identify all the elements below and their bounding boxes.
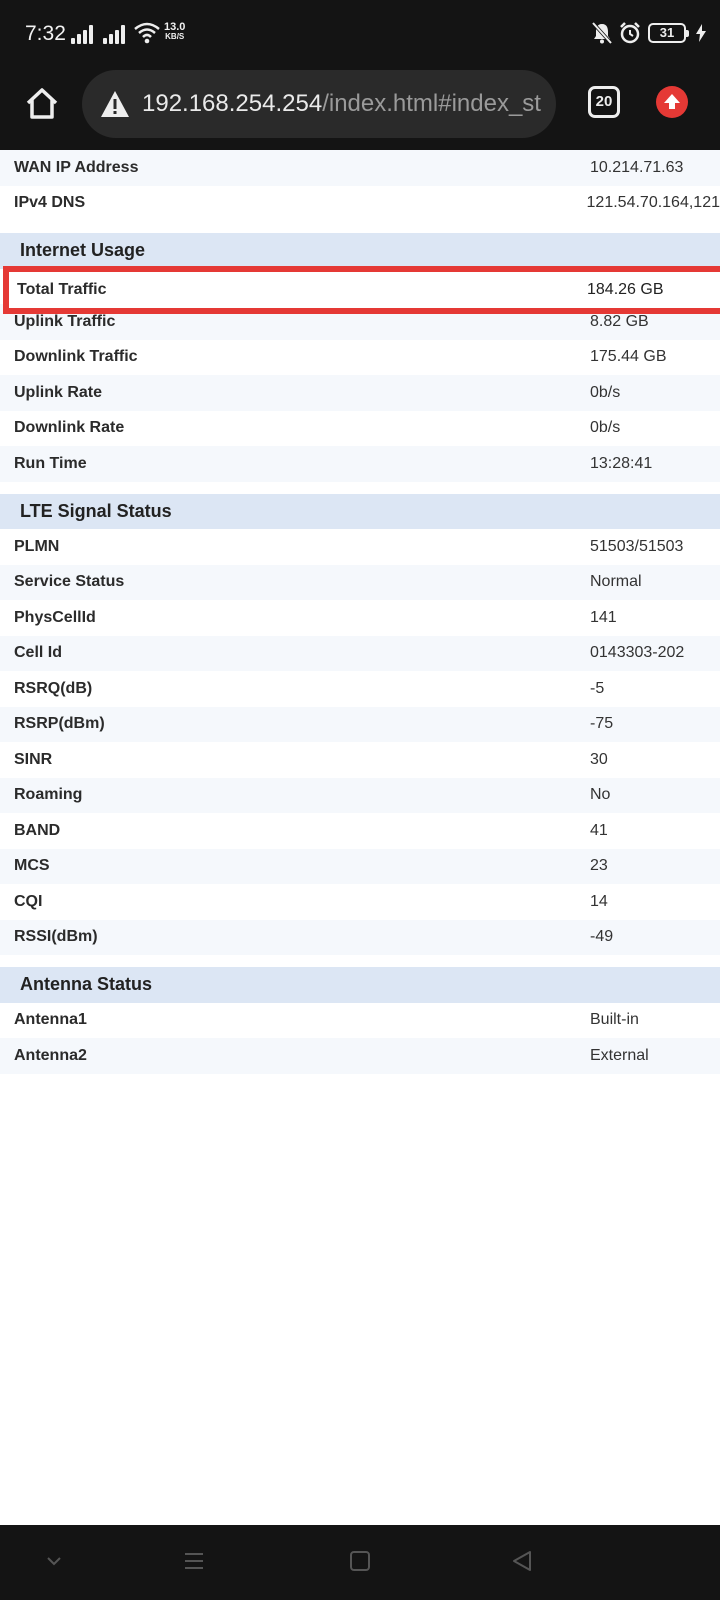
table-row: RSRP(dBm) -75 — [0, 706, 720, 742]
signal-sim2-icon — [103, 24, 127, 44]
row-value: Normal — [590, 573, 642, 591]
row-value: 0b/s — [590, 419, 621, 437]
row-value: External — [590, 1046, 649, 1064]
row-value: 51503/51503 — [590, 537, 684, 555]
status-time: 7:32 — [25, 22, 66, 45]
update-button[interactable] — [656, 86, 688, 118]
arrow-up-icon — [664, 94, 680, 109]
table-row: Service Status Normal — [0, 564, 720, 600]
network-speed-value: 13.0 — [164, 21, 186, 33]
table-row: PLMN 51503/51503 — [0, 529, 720, 565]
table-row: Downlink Traffic 175.44 GB — [0, 339, 720, 375]
table-row: RSSI(dBm) -49 — [0, 919, 720, 955]
row-value: 8.82 GB — [590, 312, 649, 330]
table-row: PhysCellId 141 — [0, 600, 720, 636]
alarm-icon — [620, 22, 640, 44]
row-label: RSSI(dBm) — [14, 928, 98, 946]
not-secure-warning-icon[interactable] — [100, 90, 130, 118]
section-title: Antenna Status — [0, 967, 720, 1003]
table-row: Antenna1 Built-in — [0, 1002, 720, 1038]
row-value: 121.54.70.164,121 — [586, 194, 720, 212]
url-text[interactable]: 192.168.254.254/index.html#index_st — [142, 90, 541, 118]
row-label: Cell Id — [14, 644, 63, 662]
browser-toolbar: 192.168.254.254/index.html#index_st 20 — [0, 66, 720, 150]
row-value: No — [590, 786, 611, 804]
wan-info-table: WAN IP Address 10.214.71.63 IPv4 DNS 121… — [0, 150, 720, 221]
back-icon[interactable] — [510, 1549, 534, 1573]
url-path: /index.html#index_st — [322, 90, 541, 117]
section-title: LTE Signal Status — [0, 493, 720, 529]
table-row: RSRQ(dB) -5 — [0, 671, 720, 707]
row-label: Antenna2 — [14, 1046, 87, 1064]
address-bar[interactable]: 192.168.254.254/index.html#index_st — [82, 70, 556, 138]
table-row: SINR 30 — [0, 742, 720, 778]
row-value: 10.214.71.63 — [590, 158, 684, 176]
menu-icon[interactable] — [182, 1549, 206, 1573]
home-square-icon[interactable] — [348, 1549, 372, 1573]
lte-signal-section: LTE Signal Status PLMN 51503/51503 Servic… — [0, 493, 720, 955]
row-label: Service Status — [14, 573, 125, 591]
row-value: 141 — [590, 608, 617, 626]
row-label: WAN IP Address — [14, 158, 139, 176]
row-value: 14 — [590, 892, 608, 910]
section-title: Internet Usage — [0, 233, 720, 269]
network-speed-unit: KB/S — [165, 32, 185, 41]
table-row: BAND 41 — [0, 813, 720, 849]
row-label: IPv4 DNS — [14, 194, 86, 212]
home-icon[interactable] — [22, 84, 62, 124]
row-value: 184.26 GB — [587, 281, 664, 298]
table-row: Cell Id 0143303-202 — [0, 635, 720, 671]
row-label: Uplink Traffic — [14, 312, 116, 330]
row-label: CQI — [14, 892, 43, 910]
row-label: PhysCellId — [14, 608, 96, 626]
table-row: WAN IP Address 10.214.71.63 — [0, 150, 720, 186]
status-page-content: WAN IP Address 10.214.71.63 IPv4 DNS 121… — [0, 150, 720, 1074]
row-value: 175.44 GB — [590, 348, 667, 366]
row-value: -5 — [590, 679, 605, 697]
row-label: PLMN — [14, 537, 60, 555]
row-value: 0b/s — [590, 383, 621, 401]
row-label: Downlink Traffic — [14, 348, 138, 366]
row-label: SINR — [14, 750, 53, 768]
row-value: 41 — [590, 821, 608, 839]
table-row: Uplink Rate 0b/s — [0, 375, 720, 411]
row-label: RSRQ(dB) — [14, 679, 93, 697]
row-value: -75 — [590, 715, 614, 733]
row-value: 13:28:41 — [590, 454, 653, 472]
row-value: -49 — [590, 928, 614, 946]
table-row: Roaming No — [0, 777, 720, 813]
row-label: Roaming — [14, 786, 83, 804]
row-label: Run Time — [14, 454, 87, 472]
row-value: 23 — [590, 857, 608, 875]
table-row: Run Time 13:28:41 — [0, 446, 720, 482]
table-row: CQI 14 — [0, 884, 720, 920]
bell-muted-icon — [592, 22, 612, 44]
row-value: Built-in — [590, 1011, 639, 1029]
row-label: MCS — [14, 857, 50, 875]
chevron-down-icon[interactable] — [42, 1549, 66, 1573]
table-row: MCS 23 — [0, 848, 720, 884]
charging-icon — [696, 24, 706, 42]
network-speed: 13.0 KB/S — [164, 22, 185, 42]
signal-sim1-icon — [71, 24, 95, 44]
status-bar: 7:32 13.0 KB/S 31 — [0, 0, 720, 66]
table-row: Antenna2 External — [0, 1038, 720, 1074]
row-value: 0143303-202 — [590, 644, 685, 662]
row-label: Antenna1 — [14, 1011, 87, 1029]
row-label: RSRP(dBm) — [14, 715, 105, 733]
row-value: 30 — [590, 750, 608, 768]
row-label: Uplink Rate — [14, 383, 103, 401]
antenna-section: Antenna Status Antenna1 Built-in Antenna2… — [0, 967, 720, 1074]
table-row: Downlink Rate 0b/s — [0, 410, 720, 446]
battery-icon: 31 — [648, 23, 689, 43]
row-label: Downlink Rate — [14, 419, 125, 437]
url-host: 192.168.254.254 — [142, 90, 323, 117]
wifi-icon — [134, 22, 160, 44]
row-label: BAND — [14, 821, 61, 839]
total-traffic-highlight: Total Traffic 184.26 GB — [3, 266, 720, 314]
table-row: IPv4 DNS 121.54.70.164,121 — [0, 185, 720, 221]
system-navigation-bar — [0, 1525, 720, 1600]
tab-switcher-button[interactable]: 20 — [588, 86, 620, 118]
row-label: Total Traffic — [17, 281, 107, 298]
